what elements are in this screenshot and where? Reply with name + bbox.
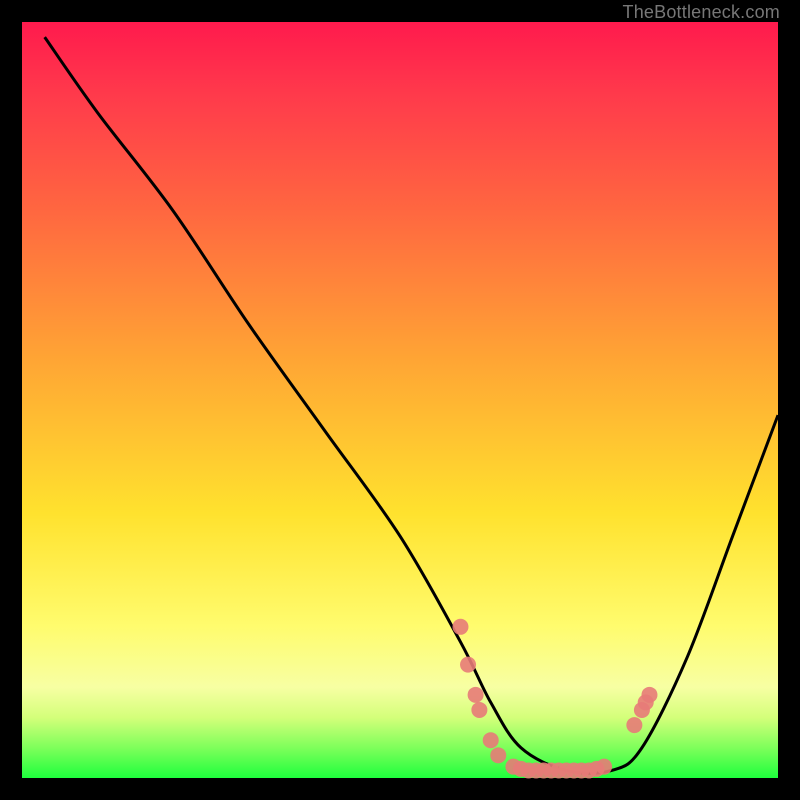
- chart-svg: [22, 22, 778, 778]
- chart-stage: TheBottleneck.com: [0, 0, 800, 800]
- scatter-marker: [471, 702, 487, 718]
- scatter-marker: [490, 747, 506, 763]
- bottleneck-curve: [45, 37, 778, 773]
- scatter-marker: [596, 759, 612, 775]
- scatter-marker: [626, 717, 642, 733]
- curve-path: [45, 37, 778, 773]
- scatter-marker: [460, 657, 476, 673]
- scatter-marker: [468, 687, 484, 703]
- scatter-marker: [641, 687, 657, 703]
- scatter-marker: [483, 732, 499, 748]
- attribution-text: TheBottleneck.com: [623, 2, 780, 23]
- scatter-marker: [452, 619, 468, 635]
- scatter-markers: [452, 619, 657, 779]
